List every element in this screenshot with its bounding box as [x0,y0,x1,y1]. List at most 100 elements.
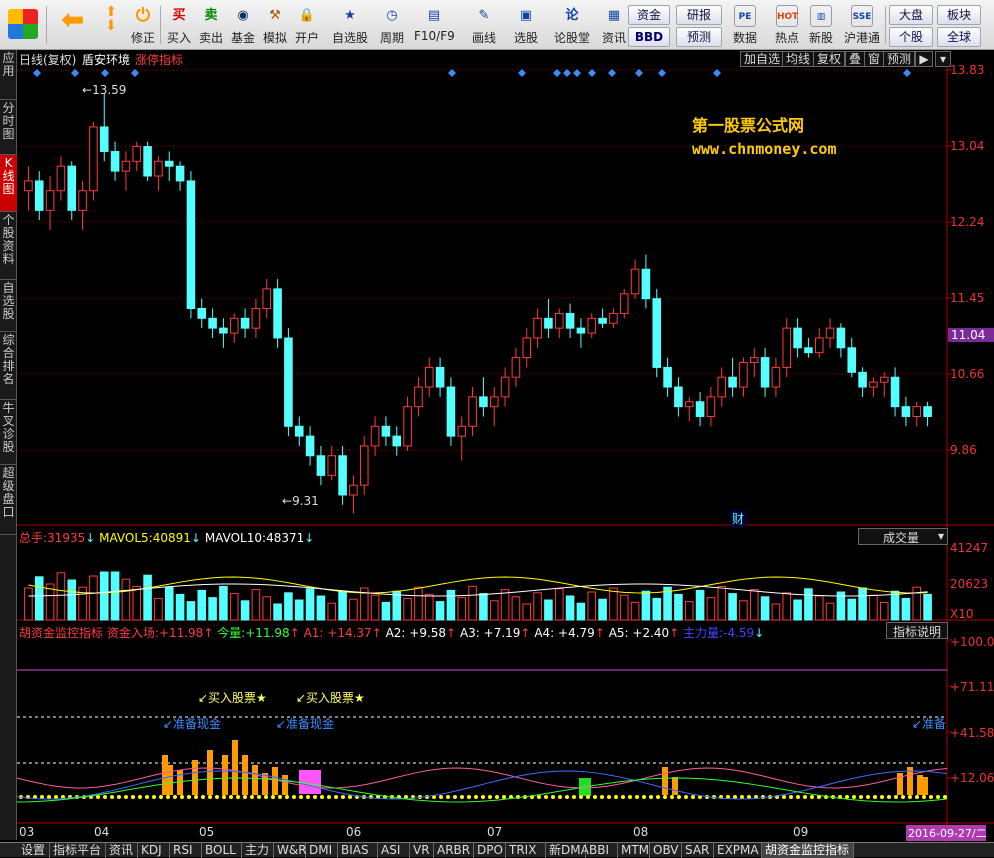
bottom-tab-6[interactable]: 主力 [242,843,274,858]
bottom-tab-8[interactable]: DMI [306,843,338,858]
add-watchlist-button[interactable]: 加自选 [740,51,785,67]
bottom-tab-14[interactable]: TRIX [506,843,546,858]
indicator-dot [180,795,184,799]
candle-body [544,317,553,329]
bottom-tab-5[interactable]: BOLL [202,843,242,858]
volume-bar [349,598,358,621]
bottom-tab-16[interactable]: BBI [586,843,618,858]
bottom-tab-2[interactable]: 资讯 [106,843,138,858]
volume-bar [208,597,217,621]
play-icon[interactable]: ▶ [915,51,933,67]
side-tab-4[interactable]: 自选股 [0,280,17,332]
market-button[interactable]: 大盘 [889,5,933,25]
candle-body [858,371,867,388]
indicator-dot [292,795,296,799]
toolbar-button-news[interactable]: ▦ 资讯 [594,3,634,47]
side-tab-1[interactable]: 分时图 [0,100,17,155]
volume-bar [435,601,445,621]
indicator-dot [236,795,240,799]
toolbar-button-doc[interactable]: ▤ F10/F9 [414,3,455,47]
research-button[interactable]: 研报 [676,5,722,25]
home-button[interactable] [6,3,40,47]
candle-body [327,455,337,476]
side-tab-2[interactable]: K线图 [0,155,17,212]
toolbar-button-label: 热点 [774,31,799,45]
bottom-tab-19[interactable]: SAR [682,843,714,858]
toolbar-button-hammer[interactable]: ⚒ 模拟 [260,3,290,47]
sector-button[interactable]: 板块 [937,5,981,25]
toolbar-button-pe[interactable]: PE 数据 [728,3,762,47]
candle-body [598,317,607,324]
toolbar-button-label: 周期 [379,31,404,45]
adjust-button[interactable]: 复权 [813,51,846,67]
bottom-tab-0[interactable]: 设置 [18,843,50,858]
bottom-tab-11[interactable]: VR [410,843,434,858]
toolbar-button-hkconnect[interactable]: SSE 沪港通 [840,3,884,47]
back-button[interactable]: ⬅ [54,3,90,47]
bottom-tab-9[interactable]: BIAS [338,843,378,858]
toolbar-button-pen[interactable]: ✎ 画线 [464,3,504,47]
bottom-tab-7[interactable]: W&R [274,843,307,858]
chevron-down-icon[interactable]: ▾ [935,51,951,67]
overlay-button[interactable]: 叠 [845,51,866,67]
volume-bar [164,586,174,621]
fund-flow-button[interactable]: 资金 [628,5,670,25]
forecast-button[interactable]: 预测 [676,27,722,47]
toolbar-button-buy[interactable]: 买买入 [164,3,194,47]
candle-body [229,317,239,334]
indicator-dot [670,795,674,799]
finance-marker[interactable]: 财 [730,510,747,527]
toolbar-button-sell[interactable]: 卖卖出 [196,3,226,47]
bottom-tab-1[interactable]: 指标平台 [50,843,106,858]
side-tab-5[interactable]: 综合排名 [0,332,17,400]
doc-icon: ▤ [427,8,441,23]
side-tabs: 应用 分时图 K线图 个股资料 自选股 综合排名 牛叉诊股 超级盘口 [0,50,17,840]
side-tab-7[interactable]: 超级盘口 [0,465,17,535]
global-button[interactable]: 全球 [937,27,981,47]
toolbar-button-screen[interactable]: ▣ 选股 [506,3,546,47]
toolbar-button-lock[interactable]: 🔒 开户 [292,3,322,47]
bottom-tab-15[interactable]: 新DMA [546,843,589,858]
month-label: 04 [94,825,110,839]
side-tab-6[interactable]: 牛叉诊股 [0,400,17,465]
bottom-tab-4[interactable]: RSI [170,843,202,858]
ma-button[interactable]: 均线 [782,51,815,67]
stock-button[interactable]: 个股 [889,27,933,47]
indicator-explain-button[interactable]: 指标说明 [886,622,948,639]
bottom-tab-17[interactable]: MTM [618,843,650,858]
toolbar-button-clock[interactable]: ◷ 周期 [372,3,412,47]
indicator-dot [250,795,254,799]
up-down-button[interactable]: ⬆ ⬇ [96,3,126,47]
toolbar-button-fund[interactable]: ◉ 基金 [228,3,258,47]
toolbar-button-newstock[interactable]: ▥ 新股 [804,3,838,47]
indicator-dot [446,795,450,799]
indicator-dot [306,795,310,799]
toolbar-button-hot[interactable]: HOT 热点 [770,3,804,47]
candle-body [706,396,716,417]
predict-button[interactable]: 预测 [883,51,916,67]
bottom-tab-3[interactable]: KDJ [138,843,170,858]
bottom-tab-21[interactable]: 胡资金监控指标 [762,843,854,858]
indicator-dot [124,795,128,799]
news-icon: ▦ [607,8,621,23]
volume-bar [760,596,770,621]
volume-dropdown[interactable]: 成交量 ▾ [858,528,948,545]
side-tab-0[interactable]: 应用 [0,50,17,100]
bottom-tab-12[interactable]: ARBR [434,843,474,858]
bottom-tab-13[interactable]: DPO [474,843,506,858]
indicator-dot [740,795,744,799]
volume-bar [219,585,228,621]
window-button[interactable]: 窗 [864,51,885,67]
revise-button[interactable]: ⏻ 修正 [128,3,158,47]
toolbar-button-label: 数据 [732,31,757,45]
volume-bar [695,589,705,621]
bottom-tab-18[interactable]: OBV [650,843,682,858]
bottom-tab-10[interactable]: ASI [378,843,410,858]
side-tab-3[interactable]: 个股资料 [0,212,17,280]
toolbar-button-star-folder[interactable]: ★ 自选股 [330,3,370,47]
bottom-tab-20[interactable]: EXPMA [714,843,762,858]
bbd-button[interactable]: BBD [628,27,670,47]
volume-bar [533,592,542,621]
toolbar-button-forum[interactable]: 论论股堂 [552,3,592,47]
candle-body [652,298,662,368]
